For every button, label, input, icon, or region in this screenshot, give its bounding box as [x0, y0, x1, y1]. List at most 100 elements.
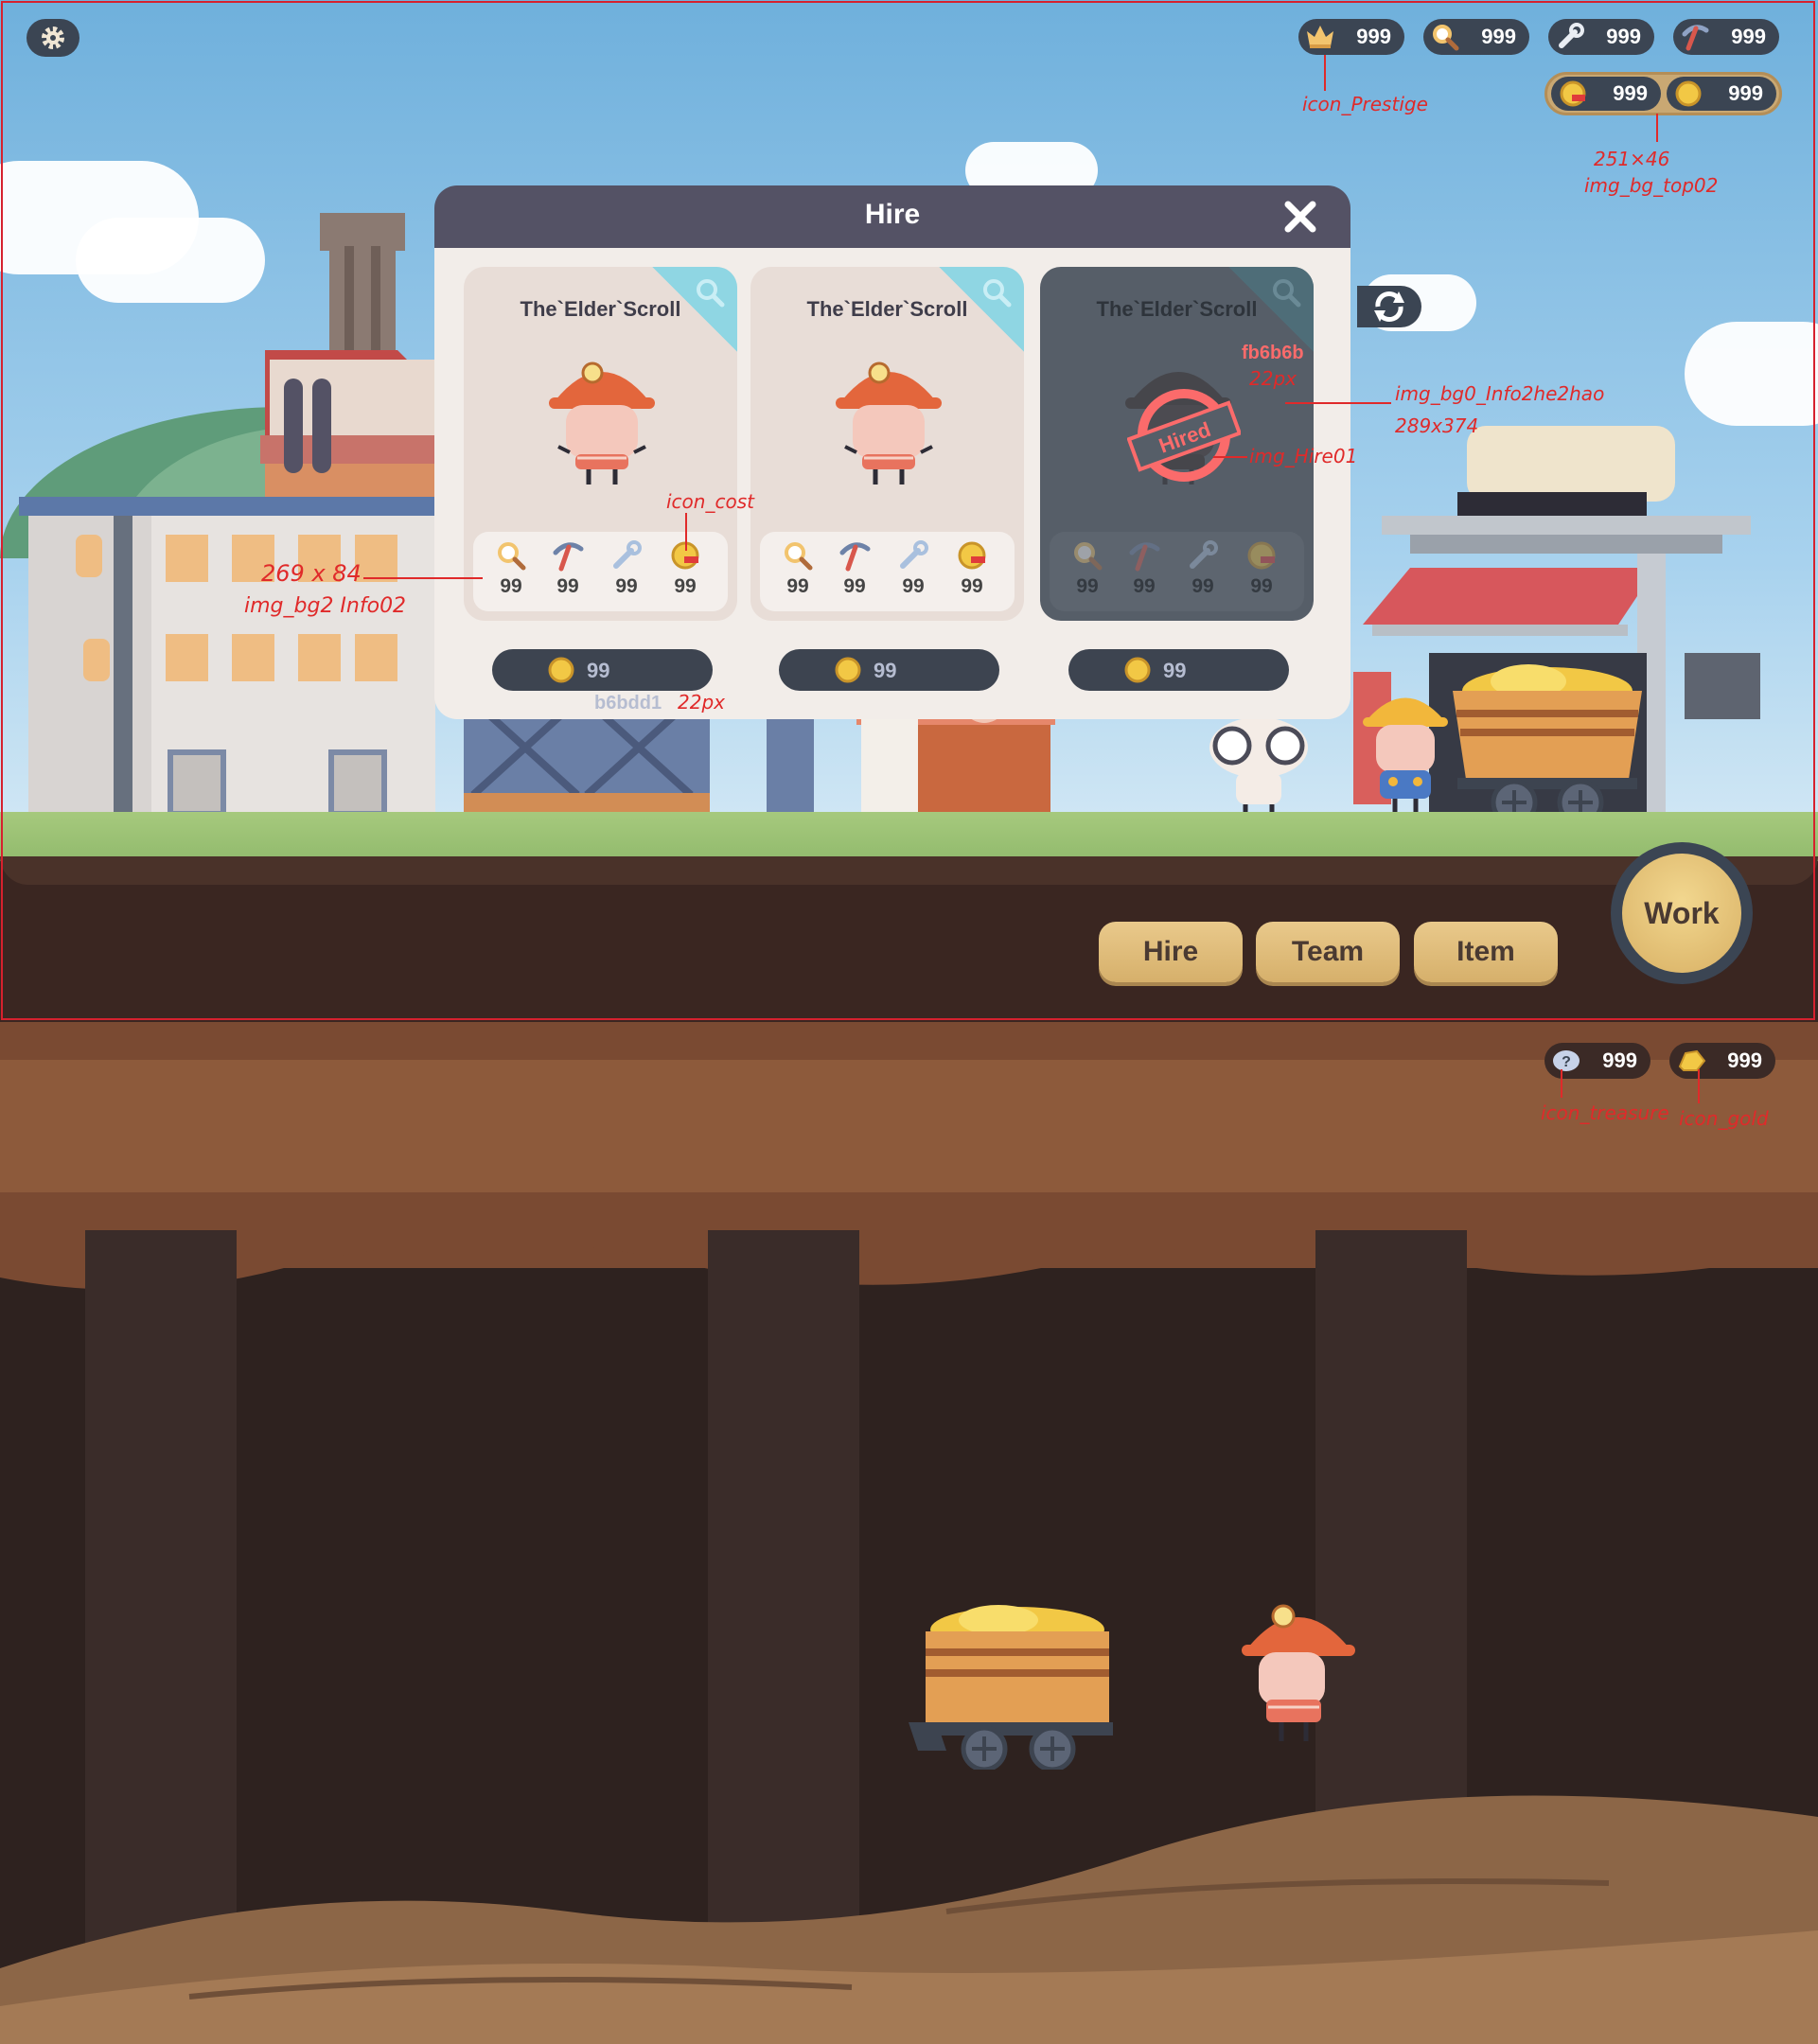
magnifier-icon [498, 542, 526, 571]
annotation-line [1213, 456, 1247, 458]
resource-value: 999 [1727, 1048, 1762, 1072]
stat-search: 99 [769, 539, 826, 606]
stat-repair: 99 [598, 539, 655, 606]
annotation-label: icon_treasure [1541, 1101, 1669, 1124]
stat-search: 99 [1059, 539, 1116, 606]
miner-character [1242, 1604, 1355, 1741]
card-name: The`Elder`Scroll [806, 297, 968, 321]
coin-cost-icon [1247, 541, 1276, 570]
resource-coin: 999 [1667, 77, 1776, 111]
annotation-label: icon_Prestige [1302, 93, 1428, 115]
stat-mining: 99 [1116, 539, 1173, 606]
annotation-label: 269 x 84 [261, 560, 362, 587]
annotation-label: 22px [678, 691, 725, 714]
resource-value: 999 [1606, 25, 1641, 48]
miner-character [1363, 697, 1448, 819]
annotation-label: fb6b6b [1242, 343, 1304, 363]
resource-value: 999 [1731, 25, 1766, 48]
item-button[interactable]: Item [1414, 922, 1558, 982]
stat-mining: 99 [539, 539, 596, 606]
underground-scene: ? 999 999 icon_treasure icon_gold [0, 1022, 1818, 2044]
resource-pickaxe: 999 [1673, 19, 1779, 55]
annotation-label: 289x374 [1395, 414, 1479, 437]
crown-icon [1302, 19, 1338, 55]
coin-icon [1124, 657, 1151, 683]
annotation-label: img_bg_top02 [1584, 174, 1719, 197]
dialog-header: Hire [434, 185, 1350, 248]
stat-value: 99 [961, 575, 983, 597]
stat-repair: 99 [1174, 539, 1231, 606]
pickaxe-icon [839, 542, 871, 572]
hire-cost-button[interactable]: 99 [492, 649, 713, 691]
hire-card[interactable]: The`Elder`Scroll 99 99 99 99 [750, 267, 1024, 621]
stat-cost: 99 [1233, 539, 1290, 606]
wrench-icon [1552, 19, 1588, 55]
annotation-label: 22px [1249, 367, 1297, 390]
stat-cost: 99 [944, 539, 1000, 606]
annotation-line [1656, 114, 1658, 142]
stat-value: 99 [674, 575, 697, 597]
gold-nugget-icon [1673, 1043, 1709, 1079]
team-button[interactable]: Team [1256, 922, 1400, 982]
work-button[interactable]: Work [1611, 842, 1753, 984]
annotation-line [363, 577, 483, 579]
resource-value: 999 [1613, 81, 1648, 105]
stat-repair: 99 [885, 539, 942, 606]
stat-mining: 99 [826, 539, 883, 606]
ore-cart [1453, 664, 1642, 823]
gear-icon [42, 26, 64, 49]
hire-button[interactable]: Hire [1099, 922, 1243, 982]
coin-icon [835, 657, 861, 683]
annotation-label: b6bdd1 [594, 693, 662, 714]
card-name: The`Elder`Scroll [1096, 297, 1258, 321]
resource-wrench: 999 [1548, 19, 1654, 55]
resource-gold: 999 [1669, 1043, 1775, 1079]
stats-box: 99 99 99 99 [1050, 532, 1304, 611]
stat-value: 99 [786, 575, 809, 597]
resource-value: 999 [1481, 25, 1516, 48]
work-label: Work [1622, 854, 1741, 973]
dirt-edge [0, 856, 1818, 885]
refresh-button[interactable] [1357, 286, 1421, 327]
stat-value: 99 [1191, 575, 1214, 597]
annotation-line [1285, 402, 1391, 404]
pickaxe-icon [1129, 542, 1160, 572]
hire-card[interactable]: The`Elder`Scroll 99 99 99 99 [464, 267, 737, 621]
svg-text:?: ? [1562, 1054, 1571, 1070]
refresh-icon [1374, 291, 1404, 322]
cost-value: 99 [874, 659, 897, 682]
stat-value: 99 [843, 575, 866, 597]
annotation-label: icon_gold [1679, 1107, 1769, 1130]
hire-dialog: Hire The`Elder`Scroll 99 99 99 99 The`El… [434, 185, 1350, 719]
hire-card-hired: The`Elder`Scroll Hired 99 99 99 99 [1040, 267, 1314, 621]
stat-value: 99 [615, 575, 638, 597]
annotation-line [1698, 1069, 1700, 1103]
wrench-icon [613, 540, 642, 569]
pickaxe-icon [1677, 19, 1713, 55]
hire-cost-button[interactable]: 99 [779, 649, 999, 691]
resource-prestige: 999 [1298, 19, 1404, 55]
resource-value: 999 [1602, 1048, 1637, 1072]
hired-stamp: Hired [1127, 389, 1241, 482]
surface-scene: 999 999 999 999 999 999 icon_Prestige 25… [0, 0, 1818, 1022]
miner-portrait [836, 361, 942, 485]
close-button[interactable] [1280, 197, 1320, 237]
wrench-icon [1190, 540, 1218, 569]
hire-cost-button[interactable]: 99 [1068, 649, 1289, 691]
cost-value: 99 [1163, 659, 1187, 682]
stats-box: 99 99 99 99 [760, 532, 1015, 611]
stats-box: 99 99 99 99 [473, 532, 728, 611]
magnifier-icon [1427, 19, 1463, 55]
stat-value: 99 [500, 575, 522, 597]
annotation-line [1561, 1069, 1562, 1098]
resource-value: 999 [1356, 25, 1391, 48]
stat-search: 99 [483, 539, 539, 606]
settings-button[interactable] [26, 19, 79, 57]
resource-cost-coin: 999 [1551, 77, 1661, 111]
cost-value: 99 [587, 659, 610, 682]
coin-cost-icon [1555, 76, 1591, 112]
annotation-label: 251×46 [1594, 148, 1670, 170]
gold-bar: 999 999 [1544, 72, 1782, 115]
wrench-icon [900, 540, 928, 569]
coin-icon [1670, 76, 1706, 112]
